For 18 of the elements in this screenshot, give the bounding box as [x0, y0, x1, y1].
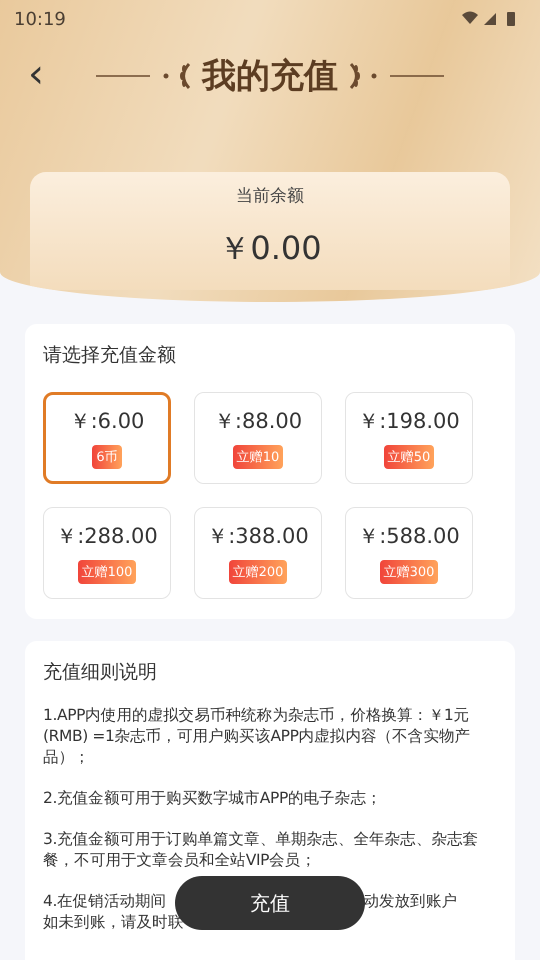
section-title: 请选择充值金额 — [43, 343, 177, 368]
rule-text: 3.充值金额可用于订购单篇文章、单期杂志、全年杂志、杂志套餐，不可用于文章会员和全站VIP会员； — [43, 829, 480, 871]
balance-label: 当前余额 — [236, 185, 304, 207]
section-title: 充值细则说明 — [43, 660, 158, 685]
rule-text: 4.在促销活动期间 — [43, 891, 166, 912]
page-title: 我的充值 — [202, 55, 338, 98]
rule-text: 动发放到账户 — [363, 891, 457, 912]
rule-text: 1.APP内使用的虚拟交易币种统称为杂志币，价格换算：￥1元 (RMB) =1杂志币，可用户购买该APP内虚拟内容（不含实物产品）； — [43, 705, 472, 768]
balance-amount: ￥0.00 — [218, 228, 322, 269]
status-time: 10:19 — [14, 8, 66, 30]
rule-text: 2.充值金额可用于购买数字城市APP的电子杂志； — [43, 788, 382, 809]
amount-option[interactable]: ￥:388.00 立赠200 — [194, 507, 322, 599]
amount-option[interactable]: ￥:198.00 立赠50 — [345, 392, 473, 484]
amount-option[interactable]: ￥:288.00 立赠100 — [43, 507, 171, 599]
amount-option[interactable]: ￥:88.00 立赠10 — [194, 392, 322, 484]
back-button[interactable]: ‹ — [22, 56, 50, 92]
amount-option[interactable]: ￥:6.00 6币 — [43, 392, 171, 484]
amount-option[interactable]: ￥:588.00 立赠300 — [345, 507, 473, 599]
